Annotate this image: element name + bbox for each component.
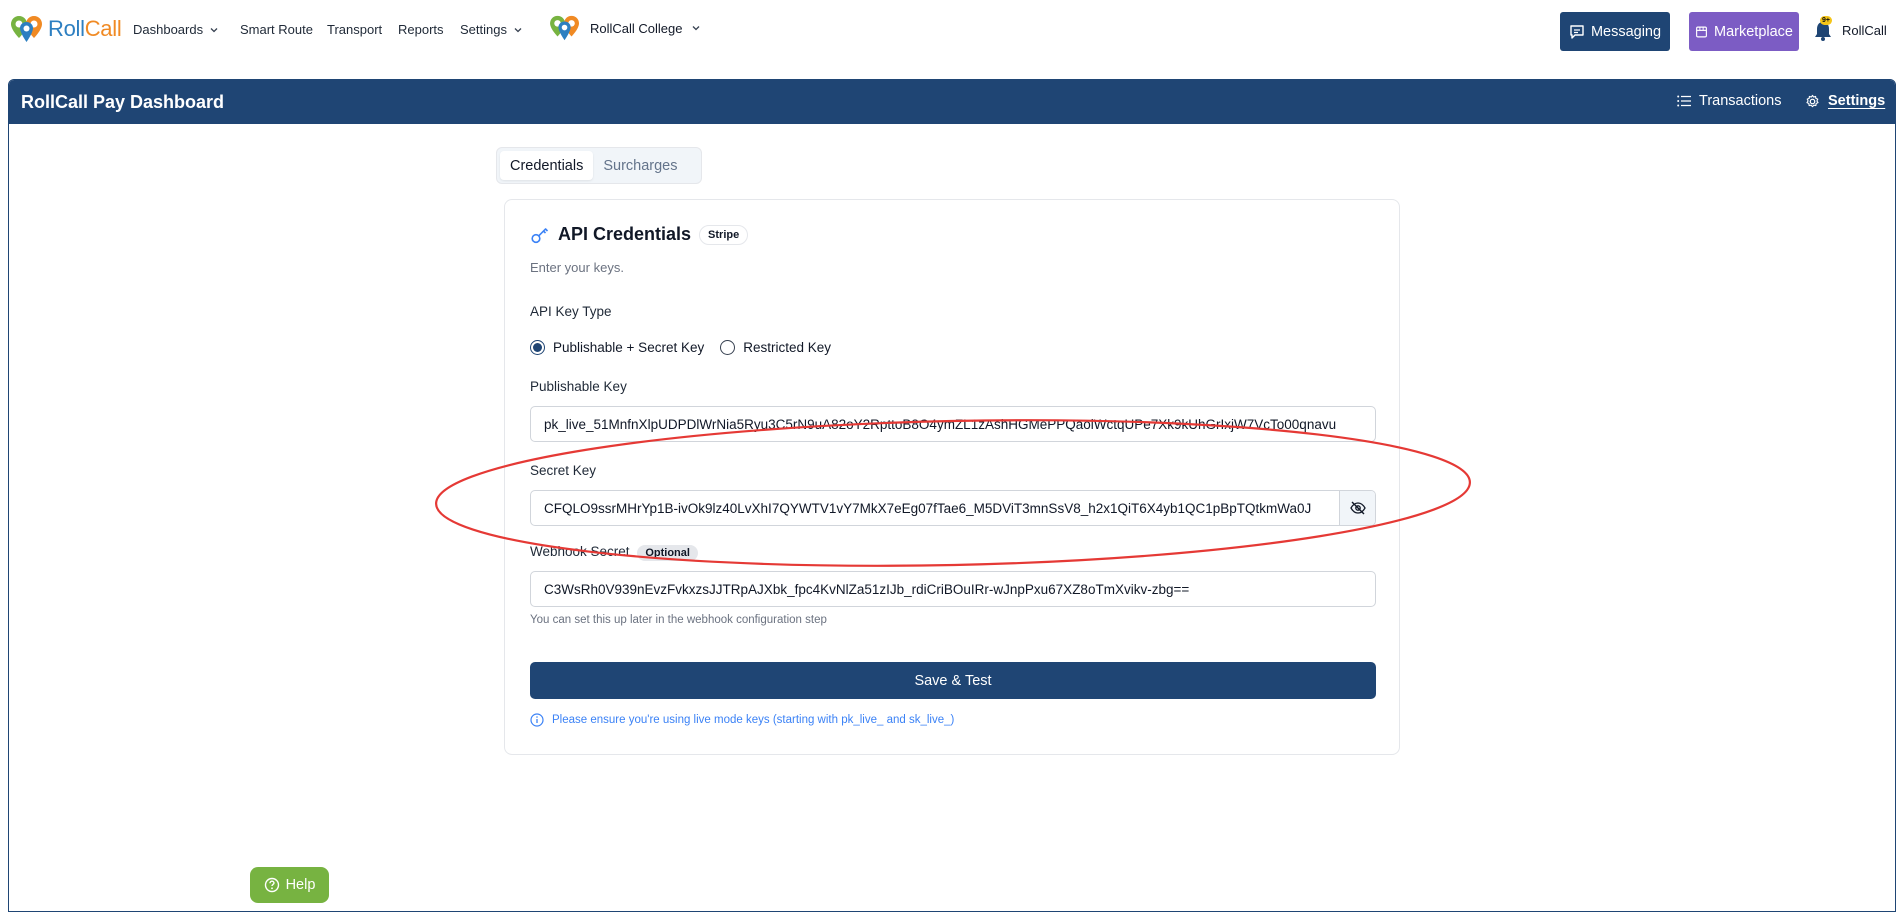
optional-badge: Optional [637,545,698,561]
save-test-button[interactable]: Save & Test [530,662,1376,699]
transactions-label: Transactions [1699,93,1782,109]
settings-label: Settings [1828,93,1886,109]
eye-off-icon [1349,501,1366,515]
live-mode-notice-text: Please ensure you're using live mode key… [552,714,955,726]
tab-credentials[interactable]: Credentials [500,151,594,180]
page-title: RollCall Pay Dashboard [21,91,225,112]
api-credentials-card: API Credentials Stripe Enter your keys. … [504,199,1400,755]
webhook-secret-label-row: Webhook Secret Optional [530,544,698,561]
webhook-secret-label: Webhook Secret [530,544,630,559]
webhook-secret-value: C3WsRh0V939nEvzFvkxzsJJTRpAJXbk_fpc4KvNl… [544,581,1190,597]
chevron-down-icon [514,27,522,32]
user-menu[interactable]: 9+ RollCall [1812,16,1887,42]
tab-credentials-label: Credentials [510,157,584,174]
secret-key-input[interactable]: CFQLO9ssrMHrYp1B-ivOk9lz40LvXhI7QYWTV1vY… [530,490,1376,526]
brand-roll: Roll [48,16,85,41]
nav-dashboards[interactable]: Dashboards [133,22,219,37]
nav-smart-route-label: Smart Route [240,22,313,37]
provider-badge: Stripe [699,224,749,245]
publishable-key-value: pk_live_51MnfnXlpUDPDlWrNia5Ryu3C5rN9uA8… [544,416,1337,432]
key-type-options: Publishable + Secret Key Restricted Key [530,340,831,355]
nav-smart-route[interactable]: Smart Route [240,22,313,37]
notification-badge: 9+ [1820,16,1832,25]
card-header: API Credentials Stripe [530,224,749,245]
dashboard-header: RollCall Pay Dashboard Transactions Sett… [9,80,1895,124]
radio-publishable-secret-label: Publishable + Secret Key [553,340,705,355]
card-title: API Credentials [558,224,692,244]
settings-link[interactable]: Settings [1805,93,1885,109]
key-type-label: API Key Type [530,304,612,319]
card-description: Enter your keys. [530,260,624,275]
radio-publishable-secret[interactable]: Publishable + Secret Key [530,340,704,355]
key-icon [531,227,549,243]
secret-key-value: CFQLO9ssrMHrYp1B-ivOk9lz40LvXhI7QYWTV1vY… [544,500,1312,516]
webhook-secret-input[interactable]: C3WsRh0V939nEvzFvkxzsJJTRpAJXbk_fpc4KvNl… [530,571,1376,607]
radio-button-selected [530,340,545,355]
nav-dashboards-label: Dashboards [133,22,204,37]
nav-settings[interactable]: Settings [460,22,523,37]
nav-transport[interactable]: Transport [327,22,382,37]
chevron-down-icon [210,27,218,32]
notification-bell[interactable]: 9+ [1812,16,1834,42]
marketplace-label: Marketplace [1714,23,1793,40]
tab-surcharges-label: Surcharges [603,157,678,174]
nav-transport-label: Transport [327,22,383,37]
live-mode-notice: Please ensure you're using live mode key… [530,713,954,727]
help-button[interactable]: Help [250,867,329,903]
publishable-key-input[interactable]: pk_live_51MnfnXlpUDPDlWrNia5Ryu3C5rN9uA8… [530,406,1376,442]
college-logo-icon [550,15,579,41]
webhook-hint: You can set this up later in the webhook… [530,614,827,626]
nav-reports-label: Reports [398,22,444,37]
brand-logo[interactable]: RollCall [10,14,122,44]
messaging-button[interactable]: Messaging [1560,12,1670,51]
transactions-link[interactable]: Transactions [1677,93,1781,109]
gear-icon [1806,94,1819,107]
info-icon [530,713,544,727]
radio-restricted[interactable]: Restricted Key [720,340,831,355]
brand-call: Call [84,16,122,41]
toggle-visibility-button[interactable] [1339,491,1375,525]
nav-settings-label: Settings [460,22,507,37]
publishable-key-label: Publishable Key [530,379,627,394]
marketplace-button[interactable]: Marketplace [1689,12,1799,51]
tab-surcharges[interactable]: Surcharges [593,151,687,180]
user-name: RollCall [1842,22,1887,38]
list-icon [1677,95,1691,107]
settings-tabs: Credentials Surcharges [496,147,702,184]
college-selector[interactable]: RollCall College [548,14,701,42]
nav-reports[interactable]: Reports [398,22,444,37]
chevron-down-icon [692,26,699,31]
chat-icon [1570,24,1584,39]
radio-restricted-label: Restricted Key [743,340,832,355]
store-icon [1696,26,1707,37]
help-label: Help [285,877,316,893]
messaging-label: Messaging [1590,23,1662,40]
location-pins-icon [11,16,42,42]
question-circle-icon [264,877,279,893]
secret-key-label: Secret Key [530,463,597,478]
top-navigation: RollCall Dashboards Smart Route Transpor… [0,0,1904,64]
college-name: RollCall College [590,20,683,36]
radio-button-unselected [720,340,736,355]
